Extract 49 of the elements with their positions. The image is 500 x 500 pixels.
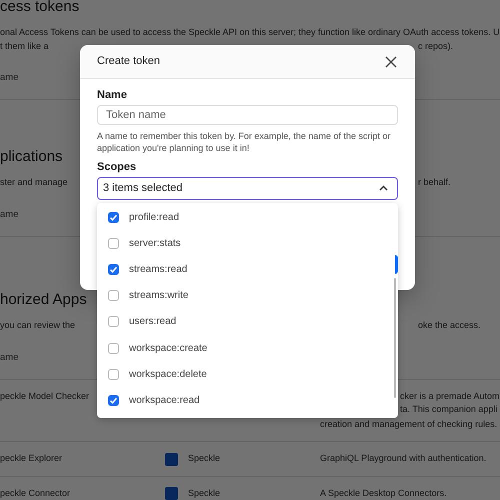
app-logo-icon (165, 487, 178, 500)
column-header: ame (0, 71, 18, 85)
description-text: onal Access Tokens can be used to access the Speckle API on this server; they function like ordinary OAuth access tokens. U (0, 26, 500, 39)
help-text: A name to remember this token by. For example, the name of the script or application you're planning to use it in! (97, 130, 392, 154)
app-description: GraphiQL Playground with authentication. (320, 452, 486, 466)
token-name-field[interactable]: Token name (97, 105, 398, 125)
section-heading: horized Apps (0, 291, 87, 309)
section-heading: cess tokens (0, 0, 80, 16)
app-name: peckle Explorer (0, 452, 62, 466)
scope-option[interactable]: server:stats (129, 236, 181, 251)
app-author: Speckle (188, 452, 220, 466)
dialog-title: Create token (97, 54, 160, 70)
description-text: oke the access. (418, 319, 482, 332)
checkbox[interactable] (108, 368, 119, 380)
app-description: creation and management of checking rules. (320, 418, 498, 431)
scope-option[interactable]: streams:read (129, 262, 188, 277)
checkbox[interactable] (108, 264, 119, 275)
app-author: Speckle (188, 486, 220, 500)
column-header: ame (0, 208, 18, 222)
app-description: A Speckle Desktop Connectors. (320, 486, 447, 500)
description-text: ster and manage (0, 176, 68, 189)
scrollbar[interactable] (394, 278, 396, 398)
scope-option[interactable]: workspace:create (129, 340, 208, 356)
checkbox[interactable] (108, 290, 119, 302)
checkbox[interactable] (108, 394, 119, 406)
scope-option[interactable]: workspace:read (129, 392, 200, 408)
field-label: Name (97, 89, 128, 102)
app-logo-icon (165, 452, 178, 466)
app-description: ta. This companion appli (399, 403, 498, 416)
app-name: peckle Model Checker (0, 390, 90, 403)
section-heading: plications (0, 148, 63, 166)
checkbox[interactable] (108, 316, 119, 328)
description-text: t them like a (0, 40, 49, 52)
scope-option[interactable]: profile:read (129, 210, 180, 225)
close-button[interactable] (384, 54, 398, 68)
checkbox[interactable] (108, 342, 119, 354)
description-text: r behalf. (418, 176, 452, 189)
app-name: peckle Connector (0, 486, 70, 500)
checkbox[interactable] (108, 238, 119, 249)
checkbox[interactable] (108, 212, 119, 223)
scope-option[interactable]: users:read (129, 314, 176, 330)
field-label: Scopes (97, 161, 138, 174)
app-description: cker is a premade Autom (399, 390, 500, 403)
description-text: you can review the (0, 319, 76, 332)
scopes-select[interactable]: 3 items selected (97, 177, 398, 200)
scope-option[interactable]: streams:write (129, 288, 188, 304)
description-text: c repos). (418, 40, 454, 53)
column-header: ame (0, 350, 18, 364)
scope-option[interactable]: workspace:delete (129, 366, 207, 382)
